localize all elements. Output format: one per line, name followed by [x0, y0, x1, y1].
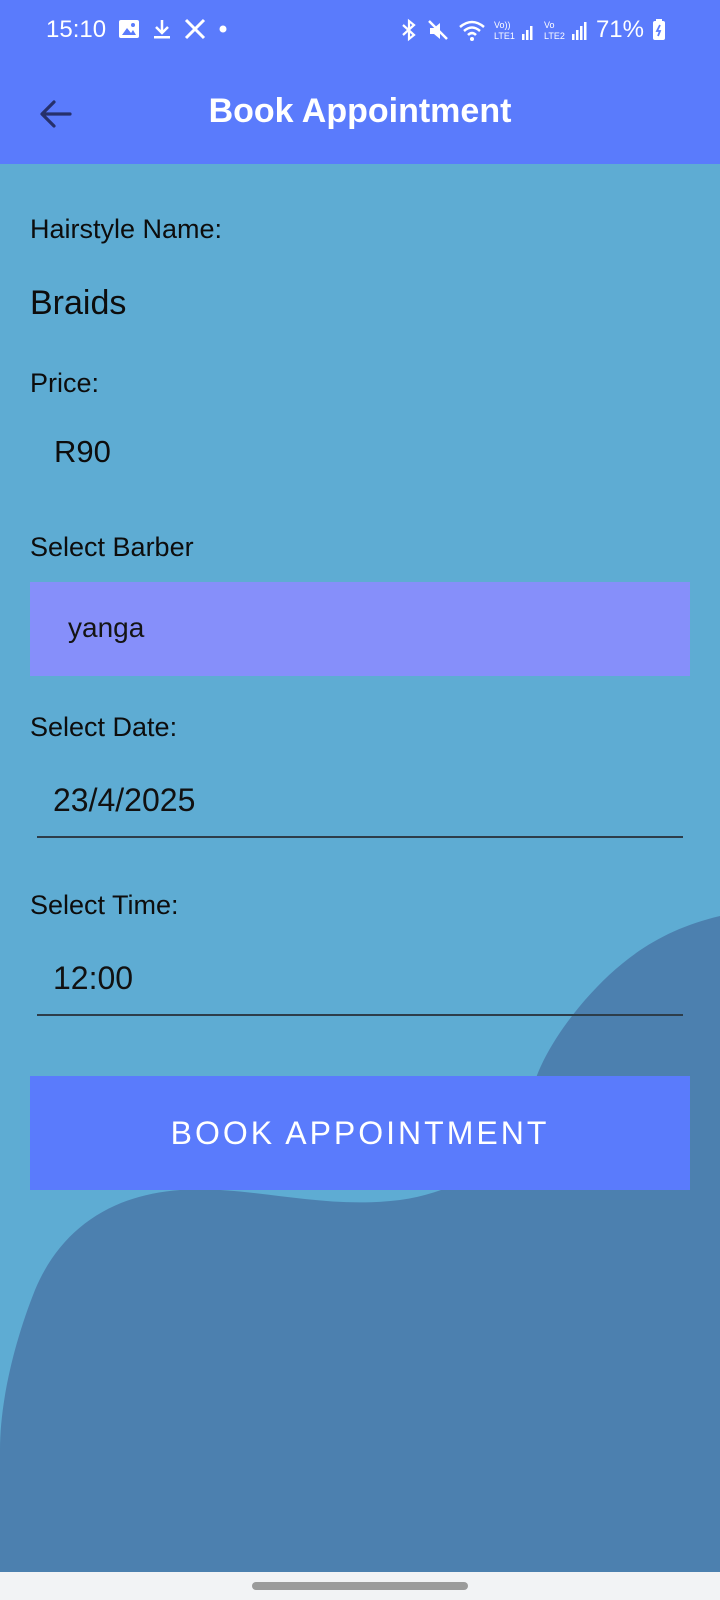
battery-icon: [653, 19, 665, 40]
x-icon: [184, 18, 206, 40]
hairstyle-label: Hairstyle Name:: [30, 214, 223, 244]
status-bar: 15:10 Vo)) LTE1 Vo LTE2 71%: [0, 0, 720, 64]
time-field[interactable]: 12:00: [37, 944, 683, 1016]
wifi-icon: [459, 20, 485, 41]
status-right-icons: Vo)) LTE1 Vo LTE2 71%: [400, 16, 666, 44]
svg-text:Vo: Vo: [544, 20, 555, 30]
status-time: 15:10: [46, 16, 107, 43]
status-left-icons: [118, 18, 228, 40]
barber-select-value: yanga: [68, 612, 145, 643]
price-value: R90: [54, 434, 111, 469]
lte1-signal-icon: Vo)) LTE1: [494, 20, 533, 41]
bluetooth-icon: [402, 18, 416, 42]
book-appointment-button[interactable]: BOOK APPOINTMENT: [30, 1076, 690, 1190]
app-bar: Book Appointment: [0, 64, 720, 164]
barber-label: Select Barber: [30, 532, 194, 562]
time-label: Select Time:: [30, 890, 179, 920]
date-field[interactable]: 23/4/2025: [37, 766, 683, 838]
page-title: Book Appointment: [208, 92, 512, 130]
navigation-bar: [0, 1572, 720, 1600]
svg-text:Vo)): Vo)): [494, 20, 511, 30]
time-field-value: 12:00: [53, 960, 134, 996]
battery-percentage: 71%: [595, 16, 644, 43]
price-label: Price:: [30, 368, 100, 398]
hairstyle-value: Braids: [30, 284, 127, 322]
svg-text:LTE2: LTE2: [544, 31, 565, 41]
lte2-signal-icon: Vo LTE2: [544, 20, 587, 41]
svg-text:LTE1: LTE1: [494, 31, 515, 41]
date-label: Select Date:: [30, 712, 178, 742]
home-indicator[interactable]: [252, 1582, 468, 1590]
date-field-value: 23/4/2025: [53, 782, 196, 818]
gallery-icon: [119, 20, 139, 38]
dot-icon: [219, 25, 227, 33]
mute-icon: [428, 20, 448, 40]
download-icon: [154, 20, 170, 39]
barber-select[interactable]: yanga: [30, 582, 690, 676]
